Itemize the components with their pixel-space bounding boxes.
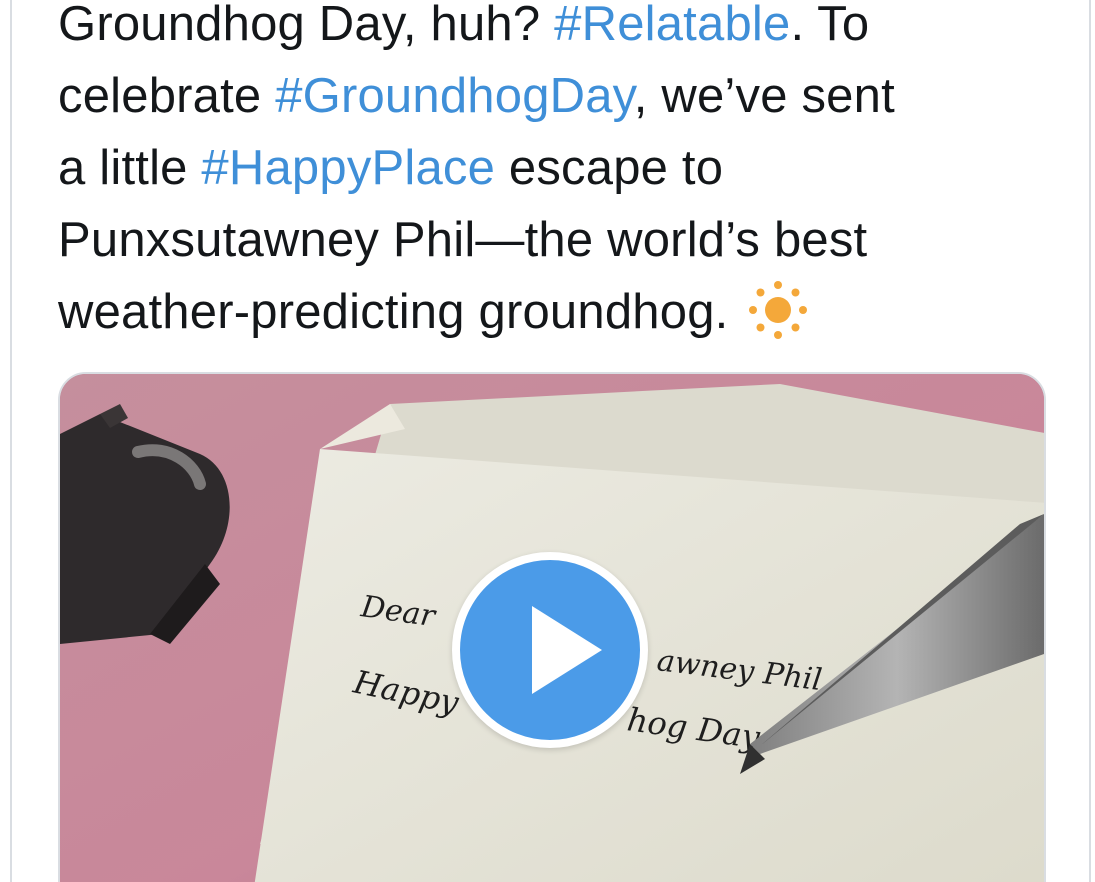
- tweet-line: Groundhog Day, huh? #Relatable. To: [58, 0, 1058, 60]
- tweet-text-segment: escape to: [495, 141, 724, 195]
- play-button[interactable]: [452, 552, 648, 748]
- tweet-text: Groundhog Day, huh? #Relatable. To celeb…: [58, 0, 1058, 348]
- tweet-text-segment: Groundhog Day, huh?: [58, 0, 555, 51]
- tweet-text-segment: weather-predicting groundhog.: [58, 285, 743, 339]
- timeline-border-left: [10, 0, 12, 882]
- tweet-line: weather-predicting groundhog.: [58, 276, 1058, 348]
- tweet-text-segment: , we’ve sent: [633, 69, 895, 123]
- timeline-border-right: [1089, 0, 1091, 882]
- video-card[interactable]: Dear awney Phil Happy hog Day: [58, 372, 1046, 882]
- tweet-text-segment: a little: [58, 141, 202, 195]
- tweet-text-segment: celebrate: [58, 69, 276, 123]
- tweet-line: a little #HappyPlace escape to: [58, 132, 1058, 204]
- play-icon: [532, 606, 602, 694]
- tweet-line: Punxsutawney Phil—the world’s best: [58, 204, 1058, 276]
- hashtag-link-groundhogday[interactable]: #GroundhogDay: [275, 69, 634, 123]
- tweet-text-segment: Punxsutawney Phil—the world’s best: [58, 213, 868, 267]
- hashtag-link-happyplace[interactable]: #HappyPlace: [201, 141, 495, 195]
- sun-icon: [748, 280, 808, 340]
- tweet-line: celebrate #GroundhogDay, we’ve sent: [58, 60, 1058, 132]
- hashtag-link-relatable[interactable]: #Relatable: [554, 0, 790, 51]
- tweet-text-segment: . To: [790, 0, 870, 51]
